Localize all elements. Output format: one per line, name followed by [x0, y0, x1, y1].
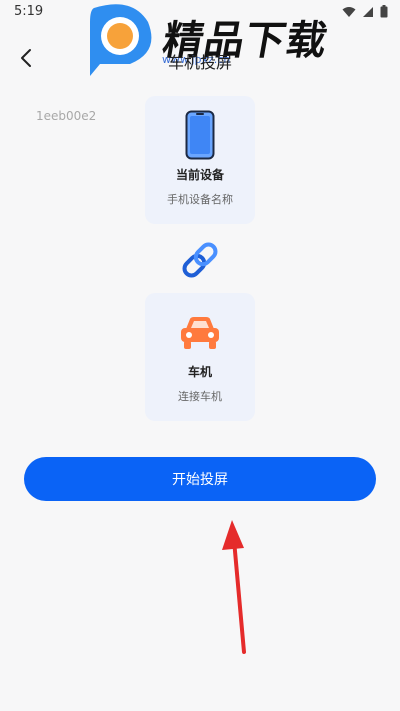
car-title: 车机	[187, 365, 212, 379]
car-icon-wrap	[145, 315, 255, 351]
car-icon	[181, 317, 219, 349]
signal-icon	[363, 6, 373, 17]
current-device-card: 当前设备 手机设备名称	[145, 96, 255, 224]
phone-icon-wrap	[145, 110, 255, 160]
current-device-subtitle: 手机设备名称	[167, 193, 233, 206]
link-icon	[182, 242, 218, 278]
device-id: 1eeb00e2	[36, 109, 97, 123]
car-card: 车机 连接车机	[145, 293, 255, 421]
phone-icon	[185, 110, 215, 160]
page-title: 车机投屏	[167, 53, 232, 72]
start-casting-button[interactable]: 开始投屏	[24, 457, 376, 501]
annotation-arrow-icon	[222, 520, 246, 654]
status-icons	[342, 5, 388, 18]
status-time: 5:19	[14, 4, 44, 19]
wifi-icon	[342, 6, 356, 17]
car-subtitle: 连接车机	[178, 390, 222, 403]
current-device-title: 当前设备	[175, 168, 224, 182]
battery-icon	[380, 5, 388, 18]
